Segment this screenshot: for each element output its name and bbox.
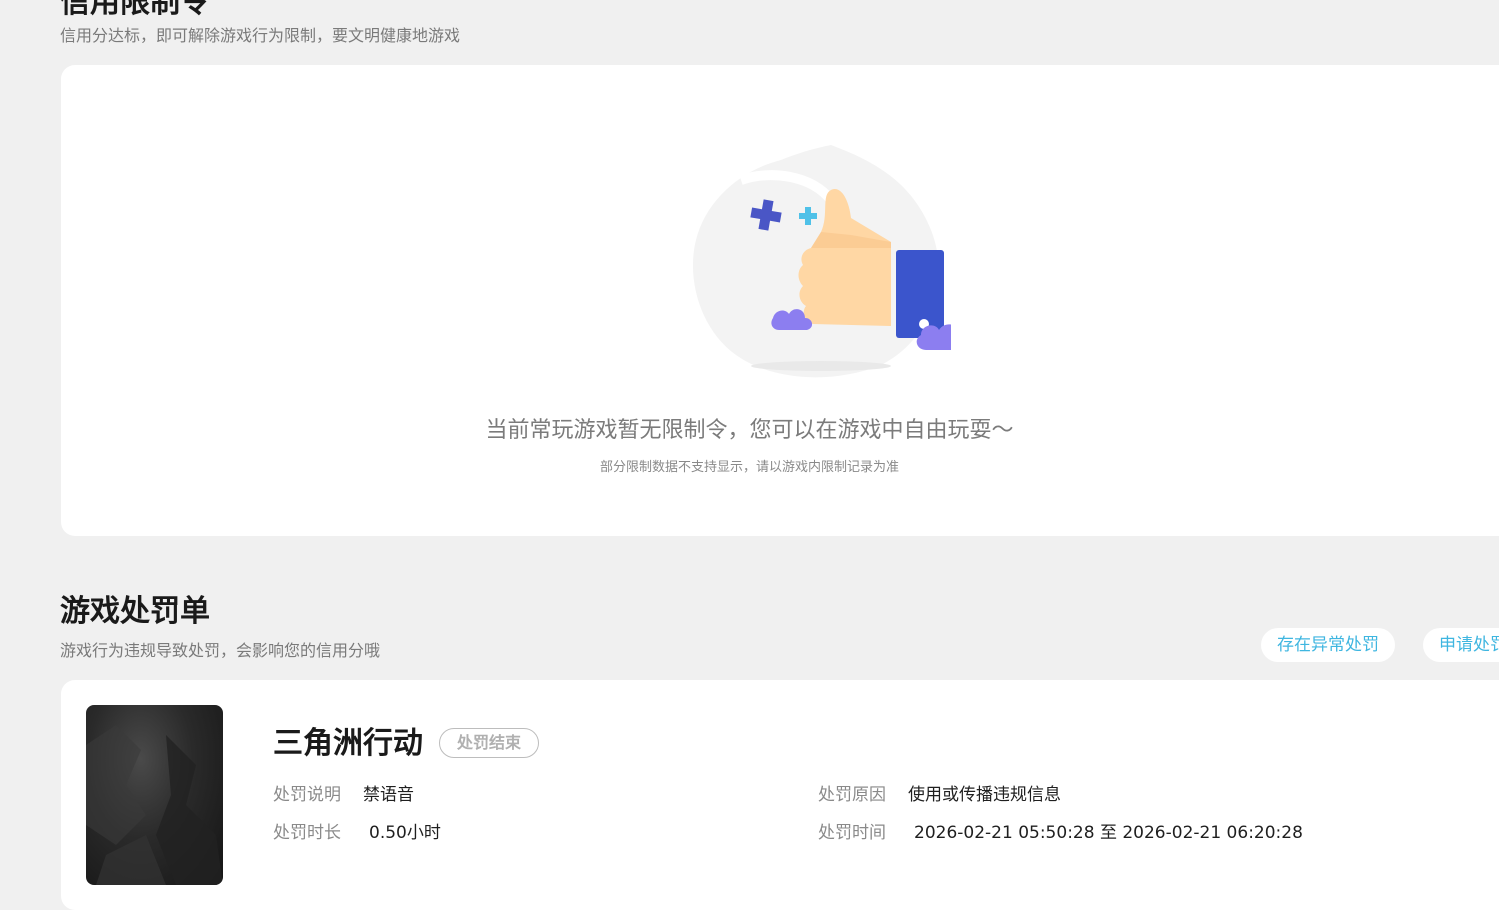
abnormal-penalty-button[interactable]: 存在异常处罚 xyxy=(1261,628,1395,662)
penalty-time-label: 处罚时间 xyxy=(818,823,886,843)
penalty-reason-label: 处罚原因 xyxy=(818,785,886,805)
penalty-duration-value: 0.50小时 xyxy=(369,823,441,843)
penalty-card: 三角洲行动 处罚结束 处罚说明 禁语音 处罚原因 使用或传播违规信息 处罚时长 … xyxy=(61,680,1499,910)
game-name: 三角洲行动 xyxy=(273,726,423,761)
game-cover-image[interactable] xyxy=(86,705,223,885)
credit-restriction-subtitle: 信用分达标，即可解除游戏行为限制，要文明健康地游戏 xyxy=(60,26,461,45)
empty-state-note: 部分限制数据不支持显示，请以游戏内限制记录为准 xyxy=(599,460,899,475)
penalty-duration-label: 处罚时长 xyxy=(273,823,341,843)
penalty-reason-value: 使用或传播违规信息 xyxy=(908,785,1061,805)
penalty-desc-value: 禁语音 xyxy=(363,785,414,805)
penalty-desc-label: 处罚说明 xyxy=(273,785,341,805)
apply-penalty-button[interactable]: 申请处罚 xyxy=(1423,628,1499,662)
credit-restriction-title: 信用限制令 xyxy=(60,0,210,20)
thumbs-up-illustration-icon xyxy=(692,145,951,378)
penalty-list-subtitle: 游戏行为违规导致处罚，会影响您的信用分哦 xyxy=(60,641,381,660)
penalty-list-title: 游戏处罚单 xyxy=(60,594,210,629)
credit-restriction-card: 当前常玩游戏暂无限制令，您可以在游戏中自由玩耍～ 部分限制数据不支持显示，请以游… xyxy=(61,65,1499,536)
empty-state-message: 当前常玩游戏暂无限制令，您可以在游戏中自由玩耍～ xyxy=(485,418,1014,443)
status-badge: 处罚结束 xyxy=(439,728,540,758)
penalty-time-value: 2026-02-21 05:50:28 至 2026-02-21 06:20:2… xyxy=(914,823,1303,843)
